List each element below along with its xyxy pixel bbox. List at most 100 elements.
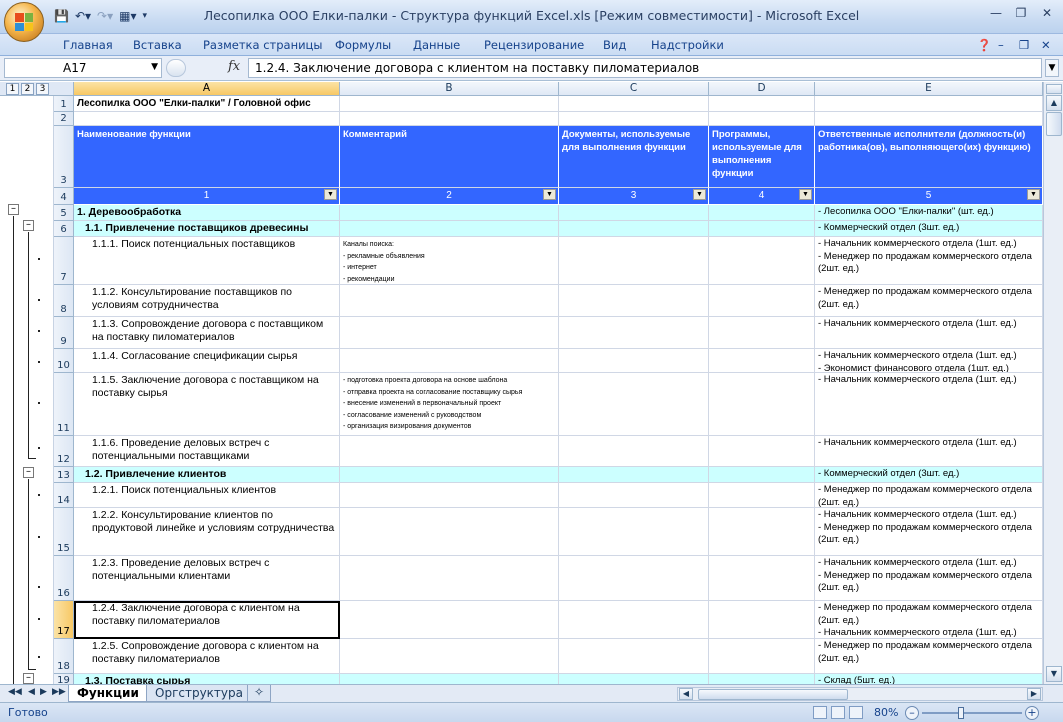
scroll-right-icon[interactable]: ▶ xyxy=(1027,688,1041,700)
row-header-17[interactable]: 17 xyxy=(54,601,74,639)
column-number-cell[interactable]: 3 ▼ xyxy=(559,188,709,205)
responsible-cell[interactable]: - Начальник коммерческого отдела (1шт. е… xyxy=(815,317,1043,349)
first-sheet-icon[interactable]: ◀◀ xyxy=(8,687,22,697)
row-header-14[interactable]: 14 xyxy=(54,483,74,508)
function-name-cell[interactable]: 1.2.3. Проведение деловых встреч с потен… xyxy=(74,556,340,601)
horizontal-scroll-thumb[interactable] xyxy=(698,689,848,700)
documents-cell[interactable] xyxy=(559,556,709,601)
header-cell-b[interactable]: Комментарий xyxy=(340,126,559,188)
tab-insert[interactable]: Вставка xyxy=(133,38,182,52)
programs-cell[interactable] xyxy=(709,221,815,237)
responsible-cell[interactable]: - Начальник коммерческого отдела (1шт. е… xyxy=(815,436,1043,467)
documents-cell[interactable] xyxy=(559,349,709,373)
empty-cell[interactable] xyxy=(709,96,815,112)
row-header-2[interactable]: 2 xyxy=(54,112,74,126)
documents-cell[interactable] xyxy=(559,508,709,556)
row-header-6[interactable]: 6 xyxy=(54,221,74,237)
tab-data[interactable]: Данные xyxy=(413,38,460,52)
comment-cell[interactable] xyxy=(340,467,559,483)
empty-cell[interactable] xyxy=(559,112,709,126)
tab-view[interactable]: Вид xyxy=(603,38,626,52)
comment-cell[interactable] xyxy=(340,556,559,601)
responsible-cell[interactable]: - Лесопилка ООО "Елки-палки" (шт. ед.) xyxy=(815,205,1043,221)
next-sheet-icon[interactable]: ▶ xyxy=(40,687,47,697)
tab-addins[interactable]: Надстройки xyxy=(651,38,724,52)
programs-cell[interactable] xyxy=(709,436,815,467)
formula-input[interactable]: 1.2.4. Заключение договора с клиентом на… xyxy=(248,58,1042,78)
row-header-13[interactable]: 13 xyxy=(54,467,74,483)
documents-cell[interactable] xyxy=(559,205,709,221)
insert-function-icon[interactable]: fx xyxy=(228,59,240,74)
column-number-cell[interactable]: 4 ▼ xyxy=(709,188,815,205)
close-icon[interactable]: ✕ xyxy=(1034,4,1060,24)
function-name-cell[interactable]: 1.1.1. Поиск потенциальных поставщиков xyxy=(74,237,340,285)
tab-home[interactable]: Главная xyxy=(63,38,113,52)
programs-cell[interactable] xyxy=(709,205,815,221)
zoom-slider-thumb[interactable] xyxy=(958,707,964,719)
documents-cell[interactable] xyxy=(559,483,709,508)
responsible-cell[interactable]: - Менеджер по продажам коммерческого отд… xyxy=(815,483,1043,508)
column-header-e[interactable]: E xyxy=(815,82,1043,96)
programs-cell[interactable] xyxy=(709,237,815,285)
filter-dropdown-icon[interactable]: ▼ xyxy=(543,189,556,200)
programs-cell[interactable] xyxy=(709,508,815,556)
empty-cell[interactable] xyxy=(559,96,709,112)
tab-review[interactable]: Рецензирование xyxy=(484,38,584,52)
collapse-level1-icon[interactable]: – xyxy=(8,204,19,215)
comment-cell[interactable] xyxy=(340,639,559,674)
comment-cell[interactable] xyxy=(340,601,559,639)
row-header-11[interactable]: 11 xyxy=(54,373,74,436)
programs-cell[interactable] xyxy=(709,556,815,601)
programs-cell[interactable] xyxy=(709,674,815,684)
chevron-down-icon[interactable]: ▼ xyxy=(151,62,158,72)
empty-cell[interactable] xyxy=(709,112,815,126)
documents-cell[interactable] xyxy=(559,436,709,467)
outline-level-3-button[interactable]: 3 xyxy=(36,83,49,95)
sheet-title-cell[interactable]: Лесопилка ООО "Елки-палки" / Головной оф… xyxy=(74,96,340,112)
expand-formula-bar-icon[interactable]: ▼ xyxy=(1045,59,1059,77)
column-number-cell[interactable]: 5 ▼ xyxy=(815,188,1043,205)
empty-cell[interactable] xyxy=(74,112,340,126)
header-cell-a[interactable]: Наименование функции xyxy=(74,126,340,188)
split-box-icon[interactable] xyxy=(1046,84,1062,94)
empty-cell[interactable] xyxy=(340,96,559,112)
programs-cell[interactable] xyxy=(709,601,815,639)
zoom-in-icon[interactable]: + xyxy=(1025,706,1039,720)
insert-sheet-icon[interactable]: ✧ xyxy=(247,685,271,702)
tab-formulas[interactable]: Формулы xyxy=(335,38,391,52)
comment-cell[interactable] xyxy=(340,349,559,373)
collapse-group-1-2-icon[interactable]: – xyxy=(23,467,34,478)
name-box[interactable]: A17 ▼ xyxy=(4,58,162,78)
filter-dropdown-icon[interactable]: ▼ xyxy=(693,189,706,200)
normal-view-icon[interactable] xyxy=(813,706,827,719)
responsible-cell[interactable]: - Менеджер по продажам коммерческого отд… xyxy=(815,639,1043,674)
filter-dropdown-icon[interactable]: ▼ xyxy=(1027,189,1040,200)
function-name-cell[interactable]: 1. Деревообработка xyxy=(74,205,340,221)
prev-sheet-icon[interactable]: ◀ xyxy=(28,687,35,697)
office-button[interactable] xyxy=(4,2,44,42)
empty-cell[interactable] xyxy=(815,112,1043,126)
column-header-b[interactable]: B xyxy=(340,82,559,96)
sheet-tab-orgstructure[interactable]: Оргструктура xyxy=(146,685,252,702)
column-header-d[interactable]: D xyxy=(709,82,815,96)
function-name-cell[interactable]: 1.2.1. Поиск потенциальных клиентов xyxy=(74,483,340,508)
empty-cell[interactable] xyxy=(815,96,1043,112)
function-name-cell[interactable]: 1.2.4. Заключение договора с клиентом на… xyxy=(74,601,340,639)
programs-cell[interactable] xyxy=(709,349,815,373)
column-header-a[interactable]: A xyxy=(74,82,340,96)
zoom-slider[interactable] xyxy=(922,712,1022,714)
documents-cell[interactable] xyxy=(559,639,709,674)
programs-cell[interactable] xyxy=(709,317,815,349)
row-header-7[interactable]: 7 xyxy=(54,237,74,285)
column-header-c[interactable]: C xyxy=(559,82,709,96)
header-cell-d[interactable]: Программы, используемые для выполнения ф… xyxy=(709,126,815,188)
scroll-down-icon[interactable]: ▼ xyxy=(1046,666,1062,682)
responsible-cell[interactable]: - Менеджер по продажам коммерческого отд… xyxy=(815,601,1043,639)
documents-cell[interactable] xyxy=(559,317,709,349)
responsible-cell[interactable]: - Коммерческий отдел (3шт. ед.) xyxy=(815,467,1043,483)
page-layout-view-icon[interactable] xyxy=(831,706,845,719)
help-icon[interactable]: ❓ xyxy=(977,38,991,52)
comment-cell[interactable] xyxy=(340,205,559,221)
horizontal-scrollbar[interactable]: ◀ ▶ xyxy=(677,687,1043,701)
row-header-16[interactable]: 16 xyxy=(54,556,74,601)
